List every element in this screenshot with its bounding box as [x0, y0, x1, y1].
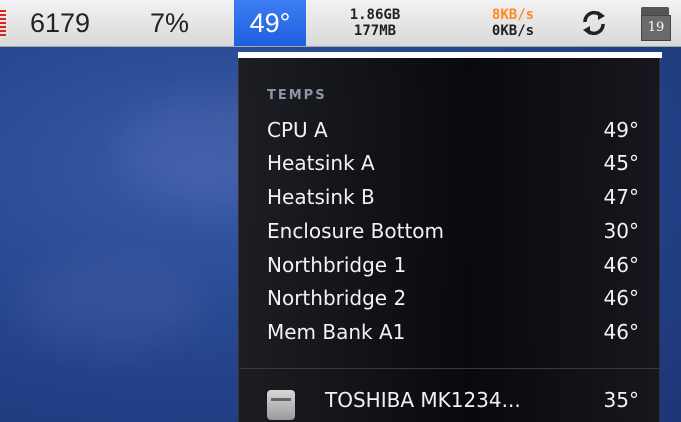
cpu-percent-item[interactable]: 7% — [150, 0, 189, 46]
sensor-row[interactable]: Heatsink A 45° — [267, 149, 639, 177]
temperature-value: 49° — [249, 7, 291, 38]
cpu-activity-bars — [0, 10, 6, 36]
sensor-value: 30° — [603, 219, 639, 243]
sensor-label: Northbridge 1 — [267, 253, 407, 277]
calendar-body: 19 — [641, 15, 671, 41]
calendar-top — [641, 7, 669, 15]
disk-value: 35° — [603, 388, 639, 412]
sensor-row[interactable]: Heatsink B 47° — [267, 183, 639, 211]
memory-used-value: 1.86GB — [349, 7, 401, 23]
disk-label: TOSHIBA MK1234... — [325, 388, 521, 412]
network-download-value: 8KB/s — [491, 7, 535, 23]
sensor-value: 47° — [603, 185, 639, 209]
menubar: 6179 7% 49° 1.86GB 177MB 8KB/s 0KB/s 19 — [0, 0, 681, 47]
disk-slot — [271, 398, 291, 401]
sensor-label: CPU A — [267, 118, 328, 142]
temperature-menu-item[interactable]: 49° — [234, 0, 306, 46]
sensor-row[interactable]: CPU A 49° — [267, 116, 639, 144]
sensor-value: 46° — [603, 320, 639, 344]
sensor-value: 46° — [603, 286, 639, 310]
sensor-label: Northbridge 2 — [267, 286, 407, 310]
sensor-row[interactable]: Northbridge 1 46° — [267, 251, 639, 279]
refresh-button[interactable] — [576, 0, 612, 46]
cpu-percent-value: 7% — [150, 7, 190, 38]
sensor-row[interactable]: Mem Bank A1 46° — [267, 318, 639, 346]
sensor-row[interactable]: Northbridge 2 46° — [267, 284, 639, 312]
sensor-value: 46° — [603, 253, 639, 277]
sensor-label: Enclosure Bottom — [267, 219, 445, 243]
sensor-row[interactable]: Enclosure Bottom 30° — [267, 217, 639, 245]
sensor-label: Heatsink B — [267, 185, 375, 209]
cpu-count-item[interactable]: 6179 — [30, 0, 90, 46]
calendar-icon[interactable]: 19 — [639, 5, 671, 41]
memory-item[interactable]: 1.86GB 177MB — [330, 0, 420, 46]
network-upload-value: 0KB/s — [491, 23, 535, 39]
refresh-icon — [583, 10, 605, 36]
network-item[interactable]: 8KB/s 0KB/s — [468, 0, 558, 46]
cpu-count-value: 6179 — [30, 7, 91, 38]
memory-free-value: 177MB — [353, 23, 397, 39]
sensor-label: Mem Bank A1 — [267, 320, 406, 344]
hard-disk-icon — [267, 390, 295, 422]
temperature-dropdown-menu: TEMPS CPU A 49° Heatsink A 45° Heatsink … — [238, 58, 660, 422]
temps-section-title: TEMPS — [267, 88, 327, 103]
sensor-label: Heatsink A — [267, 151, 375, 175]
calendar-day: 19 — [647, 20, 665, 35]
sensor-value: 49° — [603, 118, 639, 142]
sensor-value: 45° — [603, 151, 639, 175]
cloud-decoration — [20, 260, 200, 350]
disk-case — [267, 390, 295, 420]
disk-row[interactable]: TOSHIBA MK1234... 35° — [267, 388, 639, 422]
menu-separator — [239, 368, 659, 369]
